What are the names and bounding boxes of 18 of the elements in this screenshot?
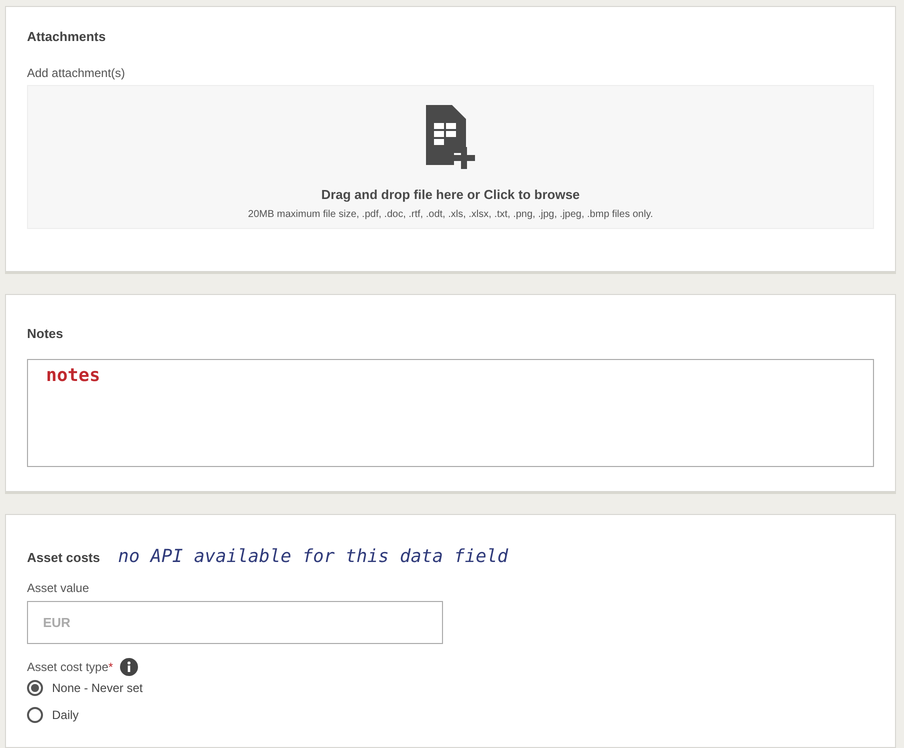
file-add-icon <box>426 105 476 169</box>
info-icon[interactable] <box>120 658 138 676</box>
section-title: Asset costs <box>27 550 100 566</box>
field-label: Asset cost type* <box>27 660 114 674</box>
field-label: Add attachment(s) <box>27 66 126 80</box>
radio-option[interactable]: None - Never set <box>27 680 143 696</box>
section-title: Notes <box>27 326 64 342</box>
radio-button[interactable] <box>27 707 43 723</box>
radio-option[interactable]: Daily <box>27 707 79 723</box>
field-label: Asset value <box>27 581 90 595</box>
drop-zone-headline: Drag and drop file here or Click to browse <box>321 187 580 202</box>
file-types-hint: 20MB maximum file size, .pdf, .doc, .rtf, .odt, .xls, .xlsx, .txt, .png, .jpg, .jpeg, .bmp files only. <box>248 209 653 220</box>
radio-button[interactable] <box>27 680 43 696</box>
notes-field[interactable]: notes <box>27 359 874 467</box>
drop-zone[interactable]: Drag and drop file here or Click to browse 20MB maximum file size, .pdf, .doc, .rtf, .odt, .xls, .xlsx, .txt, .png, .jpg, .jpeg, .bmp files only. <box>27 85 874 229</box>
annotation-text: no API available for this data field <box>118 546 508 567</box>
section-title: Attachments <box>27 29 107 45</box>
asset-value-field[interactable]: EUR <box>27 601 443 644</box>
